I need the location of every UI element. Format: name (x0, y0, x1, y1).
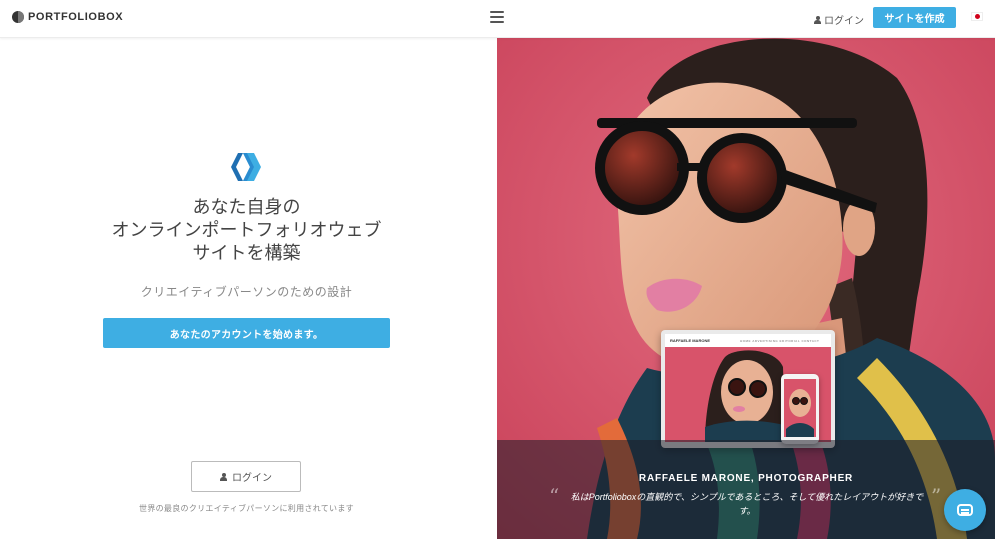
mock-site-links: HOME ADVERTISING EDITORIAL CONTACT (740, 338, 820, 343)
chat-button[interactable] (944, 489, 986, 531)
header-login-label: ログイン (824, 16, 864, 27)
phone-mockup (781, 374, 819, 444)
headline-line-3: サイトを構築 (192, 243, 301, 263)
mock-site-nav: RAFFAELE MARONE HOME ADVERTISING EDITORI… (665, 334, 831, 347)
portfoliobox-brand-icon (231, 153, 261, 181)
login-button[interactable]: ログイン (191, 461, 301, 492)
japan-flag-icon[interactable] (971, 12, 983, 21)
signup-panel: あなた自身の オンラインポートフォリオウェブ サイトを構築 クリエイティブパーソ… (0, 38, 497, 539)
top-header: PORTFOLIOBOX ログイン サイトを作成 (0, 0, 995, 38)
start-account-button[interactable]: あなたのアカウントを始めます。 (103, 318, 390, 348)
open-quote-icon: “ (549, 484, 560, 508)
mock-site-title: RAFFAELE MARONE (670, 338, 710, 343)
hamburger-menu-icon[interactable] (490, 11, 504, 23)
user-icon (220, 472, 227, 481)
header-login-link[interactable]: ログイン (814, 12, 864, 27)
phone-screen (784, 379, 816, 437)
close-quote-icon: ” (931, 484, 942, 508)
logo-mark-icon (12, 11, 24, 23)
subtitle: クリエイティブパーソンのための設計 (140, 285, 353, 299)
testimonial-quote: 私はPortfolioboxの直観的で、シンプルであるところ、そして優れたレイア… (570, 492, 924, 516)
photographer-name: RAFFAELE MARONE, PHOTOGRAPHER (638, 473, 854, 484)
footer-note: 世界の最良のクリエイティブパーソンに利用されています (139, 504, 354, 513)
portfoliobox-logo[interactable]: PORTFOLIOBOX (12, 11, 123, 23)
showcase-panel: RAFFAELE MARONE HOME ADVERTISING EDITORI… (497, 38, 995, 539)
headline-line-2: オンラインポートフォリオウェブ (111, 220, 382, 240)
create-site-button[interactable]: サイトを作成 (873, 7, 956, 28)
chat-icon (957, 504, 973, 516)
page-title: あなた自身の オンラインポートフォリオウェブ サイトを構築 (0, 196, 493, 265)
headline-line-1: あなた自身の (192, 197, 301, 217)
login-button-label: ログイン (232, 473, 272, 484)
user-icon (814, 15, 821, 24)
logo-text: PORTFOLIOBOX (28, 11, 124, 23)
